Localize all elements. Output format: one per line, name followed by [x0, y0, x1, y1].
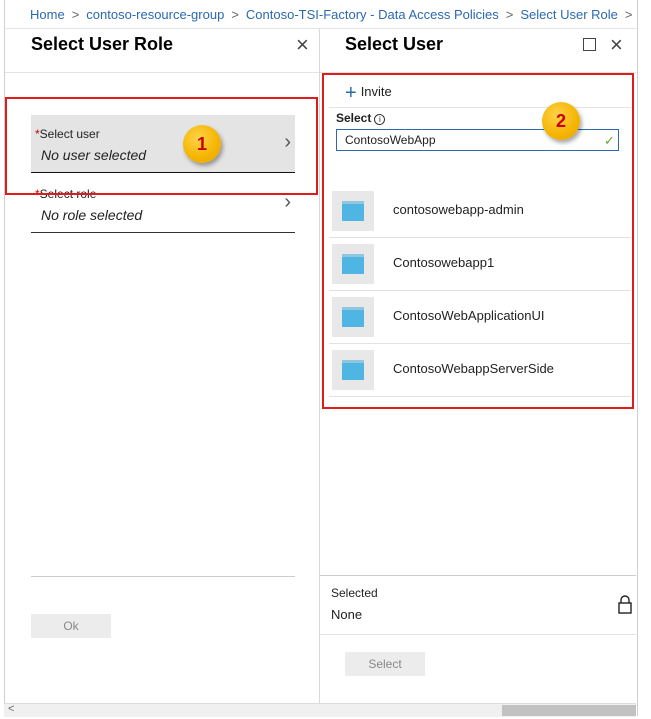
- step-badge-1: 1: [183, 125, 221, 163]
- maximize-icon[interactable]: [583, 38, 596, 51]
- left-pane-title: Select User Role: [31, 34, 174, 54]
- left-footer-divider: [31, 576, 295, 577]
- selected-label: Selected: [331, 586, 378, 600]
- close-icon[interactable]: ×: [610, 34, 623, 56]
- step-badge-2: 2: [542, 102, 580, 140]
- breadcrumb-select-user-role[interactable]: Select User Role: [520, 7, 618, 22]
- close-icon[interactable]: ×: [296, 34, 309, 56]
- horizontal-scrollbar[interactable]: <: [4, 703, 636, 717]
- left-title-divider: [5, 72, 319, 73]
- ok-button[interactable]: Ok: [31, 614, 111, 638]
- select-role-value: No role selected: [41, 207, 143, 223]
- lock-icon: [618, 595, 632, 614]
- scrollbar-thumb[interactable]: [502, 705, 636, 716]
- breadcrumb-resource-group[interactable]: contoso-resource-group: [86, 7, 224, 22]
- chevron-right-icon: >: [624, 7, 633, 22]
- right-pane-title: Select User: [345, 34, 444, 54]
- selected-value: None: [331, 607, 363, 622]
- chevron-right-icon: >: [71, 7, 80, 22]
- highlight-box-1: [5, 97, 318, 195]
- breadcrumb: Home > contoso-resource-group > Contoso-TSI-…: [30, 7, 636, 22]
- footer-divider: [320, 634, 636, 635]
- breadcrumb-access-policies[interactable]: Contoso-TSI-Factory - Data Access Polici…: [246, 7, 499, 22]
- chevron-right-icon: >: [505, 7, 514, 22]
- scroll-left-icon[interactable]: <: [8, 703, 14, 715]
- select-button[interactable]: Select: [345, 652, 425, 676]
- breadcrumb-home[interactable]: Home: [30, 7, 65, 22]
- chevron-right-icon: >: [231, 7, 239, 22]
- selected-divider: [320, 575, 636, 576]
- pane-divider: [319, 29, 320, 703]
- highlight-box-2: [322, 73, 634, 409]
